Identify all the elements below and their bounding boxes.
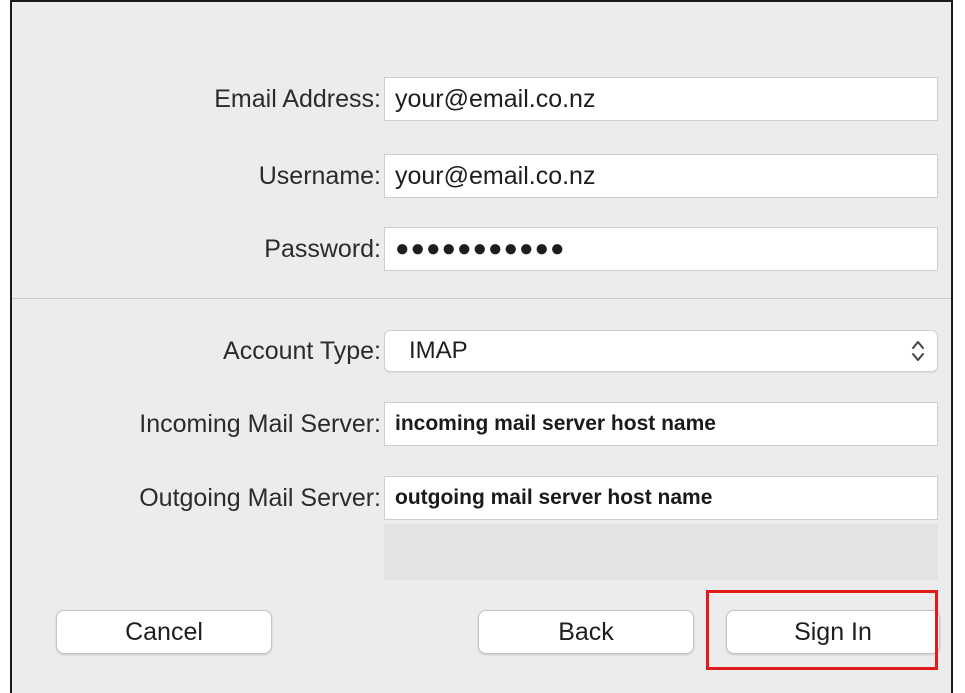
incoming-server-field[interactable]: incoming mail server host name — [384, 402, 938, 446]
username-field[interactable]: your@email.co.nz — [384, 154, 938, 198]
username-row: Username: your@email.co.nz — [12, 152, 951, 200]
section-divider — [12, 298, 951, 299]
account-type-label: Account Type: — [223, 337, 381, 365]
outgoing-server-row: Outgoing Mail Server: outgoing mail serv… — [12, 474, 951, 522]
cancel-button[interactable]: Cancel — [56, 610, 272, 654]
email-label: Email Address: — [214, 85, 381, 113]
account-setup-dialog: Email Address: your@email.co.nz Username… — [10, 0, 953, 693]
up-down-chevron-icon — [911, 337, 925, 365]
username-label: Username: — [258, 162, 381, 190]
back-button[interactable]: Back — [478, 610, 694, 654]
incoming-server-label: Incoming Mail Server: — [139, 410, 381, 438]
email-field[interactable]: your@email.co.nz — [384, 77, 938, 121]
sign-in-button[interactable]: Sign In — [726, 610, 940, 654]
incoming-server-row: Incoming Mail Server: incoming mail serv… — [12, 400, 951, 448]
account-type-row: Account Type: IMAP — [12, 327, 951, 375]
email-row: Email Address: your@email.co.nz — [12, 75, 951, 123]
outgoing-server-label: Outgoing Mail Server: — [139, 484, 381, 512]
account-type-select[interactable]: IMAP — [384, 330, 938, 372]
password-field[interactable]: ●●●●●●●●●●● — [384, 227, 938, 271]
account-type-value: IMAP — [409, 337, 468, 364]
password-row: Password: ●●●●●●●●●●● — [12, 225, 951, 273]
outgoing-server-field[interactable]: outgoing mail server host name — [384, 476, 938, 520]
password-label: Password: — [264, 235, 381, 263]
blank-panel — [384, 524, 938, 580]
